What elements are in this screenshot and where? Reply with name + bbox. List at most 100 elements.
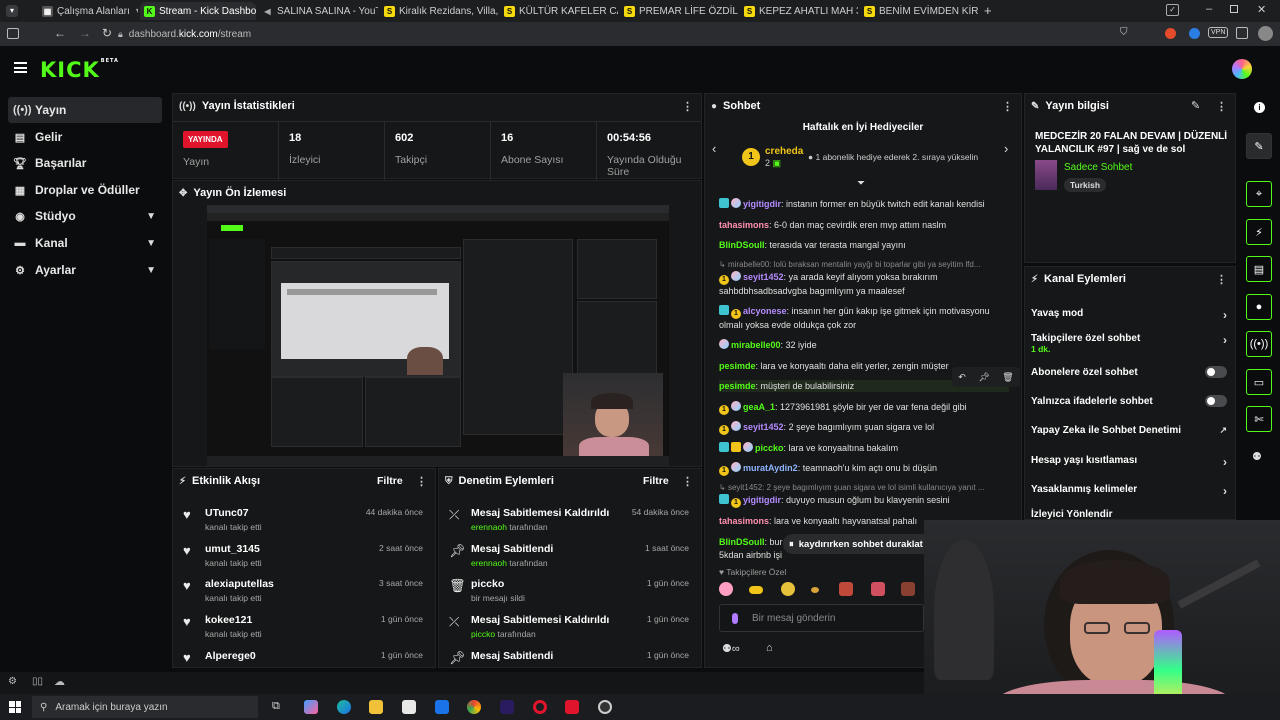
tab-premar-life[interactable]: S PREMAR LİFE ÖZDİLEK AVM <box>620 2 738 20</box>
cloud-icon[interactable]: ☁︎ <box>54 675 65 688</box>
chat-input[interactable]: Bir mesaj gönderin <box>719 604 924 632</box>
reply-icon[interactable]: ↶ <box>958 372 966 383</box>
slow-mode-row[interactable]: Yavaş mod › <box>1031 308 1231 322</box>
info-icon[interactable]: i <box>1254 102 1265 113</box>
wallet-icon[interactable] <box>1236 27 1248 39</box>
channel-actions-menu-icon[interactable]: ⋮ <box>1216 273 1227 286</box>
gifters-next-icon[interactable]: › <box>1004 141 1008 156</box>
rail-flash-icon[interactable]: ⚡︎ <box>1246 219 1272 245</box>
activity-menu-icon[interactable]: ⋮ <box>416 475 427 488</box>
emote-icon[interactable] <box>901 582 915 596</box>
scroll-down-icon[interactable]: ⏷ <box>857 178 865 189</box>
account-age-row[interactable]: Hesap yaşı kısıtlaması › <box>1031 455 1231 469</box>
emotes-only-toggle[interactable] <box>1205 395 1227 407</box>
back-icon[interactable]: ← <box>54 26 66 40</box>
premiere-icon[interactable] <box>500 700 514 714</box>
host-channel-row[interactable]: İzleyici Yönlendir <box>1031 509 1231 520</box>
reload-icon[interactable]: ↻ <box>102 26 112 40</box>
top-gifter-name[interactable]: creheda <box>765 146 803 157</box>
minimize-icon[interactable]: – <box>1206 3 1212 15</box>
new-tab-icon[interactable]: + <box>984 3 992 18</box>
tab-youtube[interactable]: ◀ SALINA SALINA - YouTube <box>258 2 378 20</box>
trash-icon[interactable]: 🗑︎ <box>1002 372 1013 383</box>
user-avatar[interactable] <box>1232 59 1252 79</box>
rail-notes-icon[interactable]: ▤ <box>1246 256 1272 282</box>
emote-icon[interactable] <box>839 582 853 596</box>
sidebar-item-gelir[interactable]: ▤ Gelir <box>8 124 162 150</box>
emote-icon[interactable] <box>749 586 763 594</box>
sidebar-item-kanal[interactable]: ▬ Kanal ▼ <box>8 230 162 256</box>
windows-start-icon[interactable] <box>9 701 21 713</box>
vpn-badge[interactable]: VPN <box>1208 27 1229 38</box>
rail-chat-icon[interactable]: ● <box>1246 294 1272 320</box>
outlook-icon[interactable] <box>435 700 449 714</box>
followers-only-row[interactable]: Takipçilere özel sohbet 1 dk. › <box>1031 333 1231 354</box>
browser-menu-icon[interactable]: ▾ <box>6 5 18 17</box>
activity-filter-button[interactable]: Filtre <box>377 475 403 487</box>
extension-blue-icon[interactable] <box>1189 28 1200 39</box>
category-link[interactable]: Sadece Sohbet <box>1064 162 1132 173</box>
store-icon[interactable]: ⌂ <box>766 642 773 654</box>
sidebar-item-yayin[interactable]: ((•)) Yayın <box>8 97 162 123</box>
forward-icon[interactable]: → <box>79 26 91 40</box>
window-close-icon[interactable]: ✕ <box>1257 3 1266 16</box>
tab-kultur-kafeler[interactable]: S KÜLTÜR KAFELER CAD. DİB <box>500 2 618 20</box>
edge-icon[interactable] <box>337 700 351 714</box>
opera-icon[interactable] <box>533 700 547 714</box>
category-thumbnail[interactable] <box>1035 160 1057 190</box>
copilot-icon[interactable] <box>304 700 318 714</box>
bookmark-icon[interactable]: ⛉ <box>1120 27 1128 38</box>
extension-icon[interactable] <box>1165 28 1176 39</box>
stream-preview-video[interactable] <box>207 205 669 466</box>
banned-words-row[interactable]: Yasaklanmış kelimeler › <box>1031 484 1231 498</box>
tab-benim-evimden[interactable]: S BENİM EVİMDEN KİRALIK 3 <box>860 2 978 20</box>
url-field[interactable]: 🔒︎ dashboard. kick.com/stream <box>118 25 1138 43</box>
stats-menu-icon[interactable]: ⋮ <box>682 100 693 113</box>
maximize-icon[interactable] <box>1230 5 1238 13</box>
tab-kiralik-rezidans[interactable]: S Kiralık Rezidans, Villa, Müst <box>380 2 498 20</box>
tab-workspaces[interactable]: ▦ Çalışma Alanları▾ <box>38 2 138 20</box>
rail-broadcast-icon[interactable]: ((•)) <box>1246 331 1272 357</box>
emote-icon[interactable] <box>871 582 885 596</box>
sidebar-toggle-icon[interactable] <box>7 28 19 39</box>
tab-kepez-ahatli[interactable]: S KEPEZ AHATLI MAH 3+1 F <box>740 2 858 20</box>
edit-pencil-icon[interactable]: ✎ <box>1191 99 1200 112</box>
sidebar-item-studyo[interactable]: ◉ Stüdyo ▼ <box>8 203 162 229</box>
rail-layout-icon[interactable]: ▭ <box>1246 369 1272 395</box>
rail-settings-icon[interactable]: ⚉ <box>1252 450 1262 463</box>
moderation-filter-button[interactable]: Filtre <box>643 475 669 487</box>
tab-kick-dashboard[interactable]: K Stream - Kick Dashboard✕ <box>140 2 256 20</box>
hamburger-menu-icon[interactable] <box>14 62 27 73</box>
kick-logo[interactable]: KICKBETA <box>40 58 119 82</box>
tools-icon[interactable]: ⚙︎ <box>8 676 17 687</box>
mic-icon[interactable] <box>732 612 738 624</box>
chat-settings-icon[interactable]: ⚉∞ <box>722 642 740 655</box>
task-view-icon[interactable]: ⧉ <box>272 700 280 713</box>
gifters-prev-icon[interactable]: ‹ <box>712 141 716 156</box>
emote-icon[interactable] <box>719 582 733 596</box>
sidebar-item-basarilar[interactable]: 🏆︎ Başarılar <box>8 150 162 176</box>
obs-icon[interactable] <box>598 700 612 714</box>
rail-tools-icon[interactable]: ✄ <box>1246 406 1272 432</box>
subscribers-only-toggle[interactable] <box>1205 366 1227 378</box>
rail-capture-icon[interactable]: ⌖ <box>1246 181 1272 207</box>
moderation-menu-icon[interactable]: ⋮ <box>682 475 693 488</box>
taskbar-search[interactable]: ⚲ Aramak için buraya yazın <box>32 696 258 718</box>
chrome-icon[interactable] <box>467 700 481 714</box>
ai-moderation-row[interactable]: Yapay Zeka ile Sohbet Denetimi ↗ <box>1031 425 1231 436</box>
pin-icon[interactable]: 📌︎ <box>978 372 989 383</box>
chat-paused-pill[interactable]: ⏸︎ kaydırırken sohbet duraklat <box>783 534 933 554</box>
store-app-icon[interactable] <box>402 700 416 714</box>
sidebar-item-droplar[interactable]: ▦ Droplar ve Ödüller <box>8 177 162 203</box>
chat-reply-context[interactable]: ↳ seyit1452: 2 şeye bagımlıyım şuan siga… <box>719 482 1009 494</box>
rail-edit-icon[interactable]: ✎ <box>1246 133 1272 159</box>
vivaldi-icon[interactable] <box>565 700 579 714</box>
tag-badge[interactable]: Turkish <box>1064 178 1107 192</box>
emote-icon[interactable] <box>781 582 795 596</box>
emote-icon[interactable] <box>811 587 819 593</box>
sidebar-item-ayarlar[interactable]: ⚙︎ Ayarlar ▼ <box>8 257 162 283</box>
file-explorer-icon[interactable] <box>369 700 383 714</box>
stream-info-menu-icon[interactable]: ⋮ <box>1216 100 1227 113</box>
chat-reply-context[interactable]: ↳ mirabelle00: lolü bıraksan mentalin ya… <box>719 259 1009 271</box>
panels-icon[interactable]: ▯▯ <box>32 676 43 687</box>
